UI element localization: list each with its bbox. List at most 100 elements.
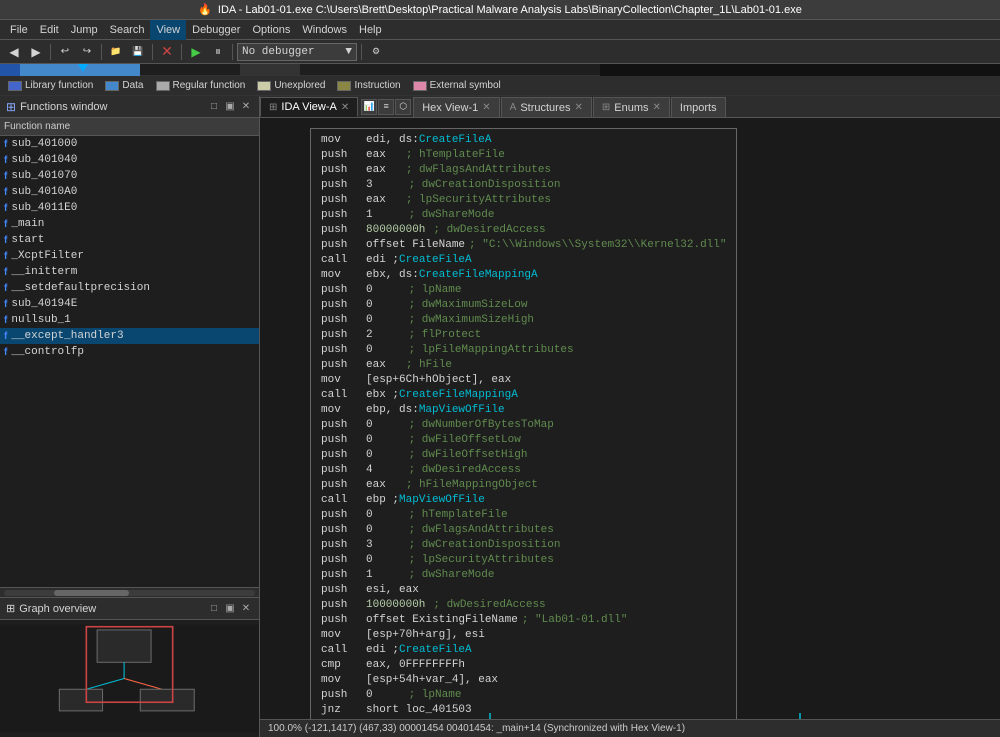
- func-controlfp[interactable]: f __controlfp: [0, 344, 259, 360]
- toolbar-open[interactable]: 📁: [106, 42, 126, 62]
- graph-restore-btn[interactable]: ▣: [223, 602, 237, 616]
- toolbar-save[interactable]: 💾: [128, 42, 148, 62]
- func-xcptfilter[interactable]: f _XcptFilter: [0, 248, 259, 264]
- flame-icon: 🔥: [198, 3, 212, 16]
- func-sub-4011e0[interactable]: f sub_4011E0: [0, 200, 259, 216]
- tab-ida-view-close[interactable]: ✕: [341, 102, 349, 113]
- ida-chart-btn[interactable]: 📊: [361, 99, 377, 115]
- tab-structures[interactable]: A Structures ✕: [501, 97, 592, 117]
- code-line-25: push 0; hTemplateFile: [321, 508, 726, 523]
- func-nullsub-1[interactable]: f nullsub_1: [0, 312, 259, 328]
- tab-hex-view[interactable]: Hex View-1 ✕: [413, 97, 499, 117]
- enums-tab-group: ⊞ Enums ✕: [593, 97, 671, 117]
- ida-list-btn[interactable]: ≡: [378, 99, 394, 115]
- toolbar-pause[interactable]: ⏸: [208, 42, 228, 62]
- code-line-0: mov edi, ds:CreateFileA: [321, 133, 726, 148]
- code-line-3: push 3; dwCreationDisposition: [321, 178, 726, 193]
- ida-hex-btn[interactable]: ⬡: [395, 99, 411, 115]
- legend-unexplored: Unexplored: [257, 80, 325, 91]
- func-sub-401000[interactable]: f sub_401000: [0, 136, 259, 152]
- graph-title: Graph overview: [19, 603, 96, 615]
- func-label-7: _XcptFilter: [11, 250, 84, 262]
- func-icon-9: f: [4, 283, 7, 294]
- code-line-31: push 10000000h; dwDesiredAccess: [321, 598, 726, 613]
- debugger-dropdown[interactable]: No debugger ▼: [237, 43, 357, 61]
- ida-view-tab-group: ⊞ IDA View-A ✕ 📊 ≡ ⬡: [260, 97, 411, 117]
- func-setdefaultprecision[interactable]: f __setdefaultprecision: [0, 280, 259, 296]
- tab-imports[interactable]: Imports: [671, 97, 726, 117]
- tab-imports-label: Imports: [680, 102, 717, 114]
- code-line-21: push 0; dwFileOffsetHigh: [321, 448, 726, 463]
- func-sub-4010a0[interactable]: f sub_4010A0: [0, 184, 259, 200]
- panel-minimize-btn[interactable]: □: [207, 100, 221, 114]
- func-label-10: sub_40194E: [11, 298, 77, 310]
- code-line-24: call ebp ; MapViewOfFile: [321, 493, 726, 508]
- legend-data-box: [105, 81, 119, 91]
- func-icon-4: f: [4, 203, 7, 214]
- toolbar-redo[interactable]: ↪: [77, 42, 97, 62]
- func-icon-8: f: [4, 267, 7, 278]
- func-label-6: start: [11, 234, 44, 246]
- graph-minimize-btn[interactable]: □: [207, 602, 221, 616]
- tab-hex-view-close[interactable]: ✕: [482, 102, 490, 113]
- menu-file[interactable]: File: [4, 20, 34, 40]
- func-except-handler3[interactable]: f __except_handler3: [0, 328, 259, 344]
- graph-body[interactable]: [0, 620, 259, 737]
- func-icon-2: f: [4, 171, 7, 182]
- panel-restore-btn[interactable]: ▣: [223, 100, 237, 114]
- toolbar-config[interactable]: ⚙: [366, 42, 386, 62]
- toolbar-arrow-left[interactable]: ◀: [4, 42, 24, 62]
- menu-edit[interactable]: Edit: [34, 20, 65, 40]
- func-label-0: sub_401000: [11, 138, 77, 150]
- legend-library-label: Library function: [25, 80, 93, 91]
- graph-svg: [0, 620, 259, 737]
- ida-view-controls: 📊 ≡ ⬡: [361, 99, 411, 115]
- code-line-19: push 0; dwNumberOfBytesToMap: [321, 418, 726, 433]
- func-start[interactable]: f start: [0, 232, 259, 248]
- toolbar-sep-4: [181, 44, 182, 60]
- tab-hex-view-label: Hex View-1: [422, 102, 478, 114]
- toolbar-play[interactable]: ▶: [186, 42, 206, 62]
- code-line-17: call ebx ; CreateFileMappingA: [321, 388, 726, 403]
- legend-instruction: Instruction: [337, 80, 400, 91]
- left-scrollbar-thumb[interactable]: [54, 590, 129, 596]
- tab-enums[interactable]: ⊞ Enums ✕: [593, 97, 670, 117]
- code-line-5: push 1; dwShareMode: [321, 208, 726, 223]
- menu-debugger[interactable]: Debugger: [186, 20, 246, 40]
- functions-list[interactable]: f sub_401000 f sub_401040 f sub_401070 f…: [0, 136, 259, 587]
- tab-ida-view[interactable]: ⊞ IDA View-A ✕: [260, 97, 358, 117]
- structures-tab-group: A Structures ✕: [501, 97, 593, 117]
- toolbar-arrow-right[interactable]: ▶: [26, 42, 46, 62]
- func-initterm[interactable]: f __initterm: [0, 264, 259, 280]
- menu-windows[interactable]: Windows: [296, 20, 353, 40]
- seek-dark: [0, 64, 20, 76]
- func-icon-0: f: [4, 139, 7, 150]
- func-main[interactable]: f _main: [0, 216, 259, 232]
- graph-canvas[interactable]: mov edi, ds:CreateFileA push eax; hTempl…: [260, 118, 1000, 719]
- func-sub-401040[interactable]: f sub_401040: [0, 152, 259, 168]
- menu-options[interactable]: Options: [246, 20, 296, 40]
- left-scrollbar[interactable]: [0, 587, 259, 597]
- tab-structures-close[interactable]: ✕: [574, 102, 582, 113]
- func-sub-40194e[interactable]: f sub_40194E: [0, 296, 259, 312]
- toolbar-cross[interactable]: ✕: [157, 42, 177, 62]
- func-icon-7: f: [4, 251, 7, 262]
- func-sub-401070[interactable]: f sub_401070: [0, 168, 259, 184]
- tab-enums-close[interactable]: ✕: [653, 102, 661, 113]
- legend-library-box: [8, 81, 22, 91]
- menu-jump[interactable]: Jump: [65, 20, 104, 40]
- legend-library: Library function: [8, 80, 93, 91]
- seek-position-arrow: [78, 64, 88, 72]
- menu-help[interactable]: Help: [353, 20, 388, 40]
- panel-close-btn[interactable]: ✕: [239, 100, 253, 114]
- graph-close-btn[interactable]: ✕: [239, 602, 253, 616]
- menu-view[interactable]: View: [150, 20, 186, 40]
- menu-search[interactable]: Search: [104, 20, 151, 40]
- graph-controls: □ ▣ ✕: [207, 602, 253, 616]
- toolbar: ◀ ▶ ↩ ↪ 📁 💾 ✕ ▶ ⏸ No debugger ▼ ⚙: [0, 40, 1000, 64]
- legend-external-box: [413, 81, 427, 91]
- tabs-row: ⊞ IDA View-A ✕ 📊 ≡ ⬡ Hex View-1 ✕ A Stru…: [260, 96, 1000, 118]
- toolbar-undo[interactable]: ↩: [55, 42, 75, 62]
- func-icon-1: f: [4, 155, 7, 166]
- func-label-5: _main: [11, 218, 44, 230]
